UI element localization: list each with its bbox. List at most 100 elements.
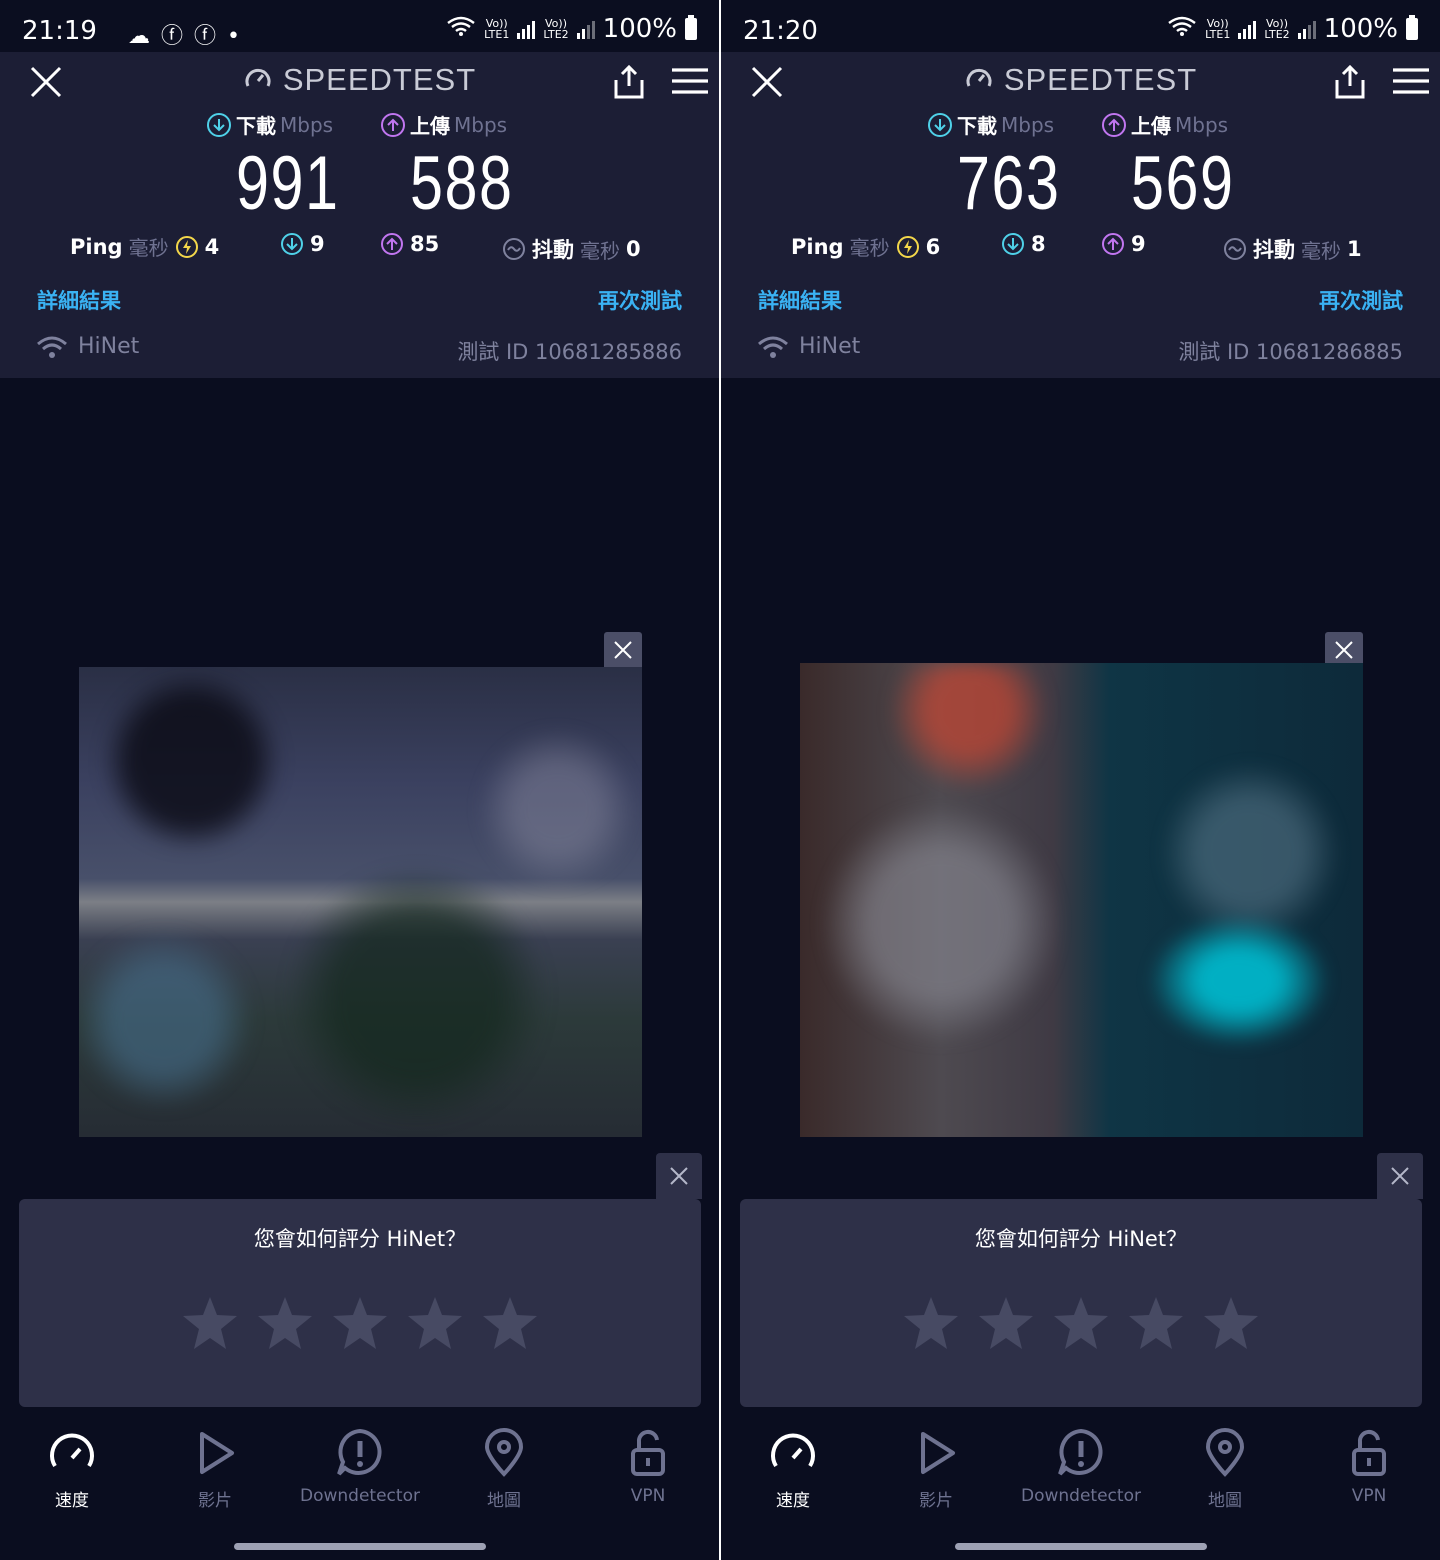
upload-arrow-icon	[381, 112, 405, 137]
bottom-nav: 速度 影片 Downdetector 地圖 VPN	[0, 1428, 719, 1528]
results-header	[0, 0, 719, 378]
speedometer-icon	[245, 68, 271, 87]
star-icon[interactable]	[181, 1295, 239, 1351]
map-pin-icon	[484, 1428, 524, 1477]
retest-link[interactable]: 再次測試	[598, 285, 682, 315]
wifi-icon	[37, 336, 67, 358]
rating-close-button[interactable]	[656, 1153, 702, 1199]
phone-screen-right: 21:20 Vo)) LTE1 Vo)) LTE2 100% SPEEDTEST	[721, 0, 1440, 1560]
details-link[interactable]: 詳細結果	[37, 285, 121, 315]
nav-item-speed[interactable]: 速度	[733, 1428, 853, 1511]
upload-value: 588	[410, 141, 514, 226]
lte1-label: Vo)) LTE1	[484, 17, 510, 41]
nav-item-vpn[interactable]: VPN	[588, 1428, 708, 1506]
download-unit: Mbps	[280, 112, 334, 137]
ping-idle-icon	[896, 235, 919, 258]
star-icon[interactable]	[406, 1295, 464, 1351]
play-icon	[200, 1432, 234, 1474]
rating-card: 您會如何評分 HiNet？	[19, 1199, 701, 1407]
download-arrow-icon	[281, 233, 303, 255]
close-icon	[670, 1167, 688, 1185]
play-icon	[921, 1432, 955, 1474]
ping-upload: 9	[1101, 232, 1146, 256]
jitter-unit: 毫秒	[580, 238, 620, 263]
ad-close-button[interactable]	[604, 632, 642, 668]
nav-item-video[interactable]: 影片	[876, 1428, 996, 1511]
status-right: Vo)) LTE1 Vo)) LTE2 100%	[1167, 14, 1418, 44]
download-unit: Mbps	[1001, 112, 1055, 137]
nav-item-downdetector[interactable]: Downdetector	[290, 1428, 430, 1506]
nav-label: VPN	[1351, 1486, 1387, 1506]
map-pin-icon	[1205, 1428, 1245, 1477]
speedometer-icon	[966, 68, 992, 87]
rating-close-button[interactable]	[1377, 1153, 1423, 1199]
bottom-nav: 速度 影片 Downdetector 地圖 VPN	[721, 1428, 1440, 1528]
lte1-label: Vo)) LTE1	[1205, 17, 1231, 41]
menu-icon[interactable]	[1393, 68, 1429, 98]
nav-item-video[interactable]: 影片	[155, 1428, 275, 1511]
advertisement-image[interactable]	[79, 667, 642, 1137]
ping-download: 9	[280, 232, 325, 256]
star-icon[interactable]	[977, 1295, 1035, 1351]
star-icon[interactable]	[902, 1295, 960, 1351]
ping-idle: Ping 毫秒 6	[791, 232, 940, 261]
upload-header: 上傳 Mbps	[1101, 110, 1228, 139]
home-indicator[interactable]	[234, 1543, 486, 1550]
screenshot-root: 21:19 ☁ ⓕ ⓕ • Vo)) LTE1 Vo)) LTE2 100% S…	[0, 0, 1440, 1560]
ping-idle: Ping 毫秒 4	[70, 232, 219, 261]
star-icon[interactable]	[1127, 1295, 1185, 1351]
share-icon[interactable]	[612, 64, 646, 104]
lock-icon	[631, 1430, 665, 1476]
menu-icon[interactable]	[672, 68, 708, 98]
jitter-icon	[1224, 238, 1246, 260]
nav-item-downdetector[interactable]: Downdetector	[1011, 1428, 1151, 1506]
upload-arrow-icon	[1102, 112, 1126, 137]
status-time: 21:20	[743, 16, 818, 46]
details-link[interactable]: 詳細結果	[758, 285, 842, 315]
jitter: 抖動 毫秒 1	[1223, 234, 1362, 264]
battery-percent: 100%	[602, 14, 677, 44]
star-icon[interactable]	[1202, 1295, 1260, 1351]
wifi-icon	[758, 336, 788, 358]
download-header: 下載 Mbps	[206, 110, 333, 139]
star-icon[interactable]	[481, 1295, 539, 1351]
battery-icon	[1406, 15, 1418, 40]
jitter-label: 抖動	[1253, 238, 1295, 262]
ping-download-value: 9	[310, 232, 325, 256]
isp-name: HiNet	[78, 334, 140, 359]
isp-name: HiNet	[799, 334, 861, 359]
ping-upload: 85	[380, 232, 439, 256]
share-icon[interactable]	[1333, 64, 1367, 104]
status-time: 21:19	[22, 16, 97, 46]
ping-idle-value: 6	[925, 234, 941, 259]
rating-question: 您會如何評分 HiNet？	[974, 1227, 1188, 1251]
signal-bars-icon	[576, 19, 595, 39]
download-arrow-icon	[207, 112, 231, 137]
upload-value: 569	[1131, 141, 1235, 226]
wifi-icon	[1167, 14, 1197, 44]
lte2-label: Vo)) LTE2	[1264, 17, 1290, 41]
test-id: 測試 ID 10681285886	[457, 340, 682, 364]
star-icon[interactable]	[331, 1295, 389, 1351]
jitter-unit: 毫秒	[1301, 238, 1341, 263]
star-icon[interactable]	[256, 1295, 314, 1351]
speed-gauge-icon	[50, 1433, 94, 1468]
nav-item-vpn[interactable]: VPN	[1309, 1428, 1429, 1506]
download-value: 991	[236, 141, 340, 226]
close-icon	[614, 641, 632, 659]
nav-item-map[interactable]: 地圖	[1165, 1428, 1285, 1511]
nav-item-speed[interactable]: 速度	[12, 1428, 132, 1511]
lte2-label: Vo)) LTE2	[543, 17, 569, 41]
advertisement-image[interactable]	[800, 663, 1363, 1137]
ping-download-value: 8	[1031, 232, 1046, 256]
ad-blur	[79, 667, 642, 1137]
jitter-icon	[503, 238, 525, 260]
nav-label: 影片	[198, 1491, 232, 1511]
alert-icon	[337, 1428, 382, 1476]
download-label: 下載	[957, 114, 997, 138]
star-icon[interactable]	[1052, 1295, 1110, 1351]
retest-link[interactable]: 再次測試	[1319, 285, 1403, 315]
home-indicator[interactable]	[955, 1543, 1207, 1550]
nav-item-map[interactable]: 地圖	[444, 1428, 564, 1511]
download-header: 下載 Mbps	[927, 110, 1054, 139]
